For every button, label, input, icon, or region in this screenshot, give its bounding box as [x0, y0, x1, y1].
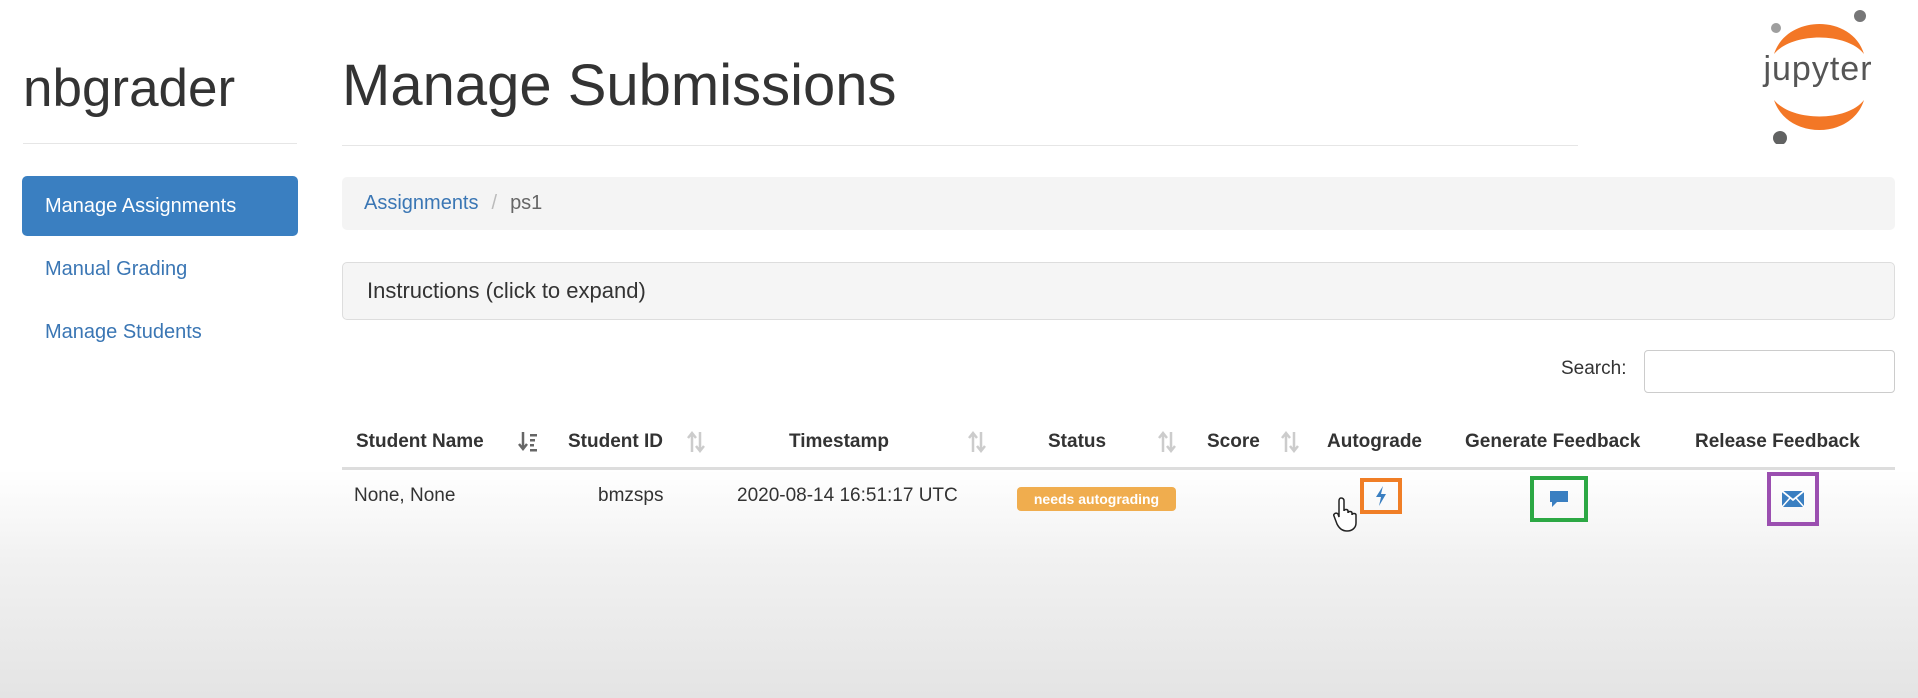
sidebar-divider	[23, 143, 297, 144]
col-autograde: Autograde	[1327, 431, 1422, 452]
sidebar-item-manage-students[interactable]: Manage Students	[22, 302, 298, 362]
col-student-id[interactable]: Student ID	[568, 420, 663, 464]
bolt-icon	[1376, 486, 1386, 506]
cell-timestamp: 2020-08-14 16:51:17 UTC	[737, 485, 958, 506]
sort-icon[interactable]	[967, 430, 987, 454]
sidebar-item-manage-assignments[interactable]: Manage Assignments	[22, 176, 298, 236]
generate-feedback-button[interactable]	[1530, 476, 1588, 522]
col-generate-feedback: Generate Feedback	[1465, 431, 1641, 452]
page-title: Manage Submissions	[342, 53, 897, 118]
search-label: Search:	[1561, 358, 1627, 379]
breadcrumb-assignments[interactable]: Assignments	[364, 192, 479, 215]
sidebar-nav: Manage Assignments Manual Grading Manage…	[22, 176, 298, 365]
col-release-feedback: Release Feedback	[1695, 431, 1860, 452]
autograde-button[interactable]	[1360, 478, 1402, 514]
comment-icon	[1550, 491, 1568, 507]
jupyter-logo-text: jupyter	[1763, 50, 1873, 88]
cell-student-name: None, None	[354, 485, 456, 506]
table-row: None, None bmzsps 2020-08-14 16:51:17 UT…	[342, 470, 1895, 526]
sidebar-item-manual-grading[interactable]: Manual Grading	[22, 239, 298, 299]
col-timestamp[interactable]: Timestamp	[789, 420, 889, 464]
sort-desc-icon[interactable]	[518, 430, 538, 454]
instructions-panel[interactable]: Instructions (click to expand)	[342, 262, 1895, 320]
breadcrumb: Assignments / ps1	[342, 177, 1895, 230]
sort-icon[interactable]	[1280, 430, 1300, 454]
breadcrumb-current: ps1	[510, 192, 543, 214]
col-student-name[interactable]: Student Name	[356, 420, 484, 464]
breadcrumb-separator: /	[491, 192, 498, 214]
jupyter-logo: jupyter	[1752, 4, 1884, 145]
envelope-icon	[1781, 490, 1805, 508]
sort-icon[interactable]	[1157, 430, 1177, 454]
sort-icon[interactable]	[686, 430, 706, 454]
cell-student-id: bmzsps	[598, 485, 664, 506]
status-badge: needs autograding	[1017, 487, 1176, 511]
col-status[interactable]: Status	[1048, 420, 1106, 464]
table-header: Student Name Student ID Timestamp Status…	[342, 420, 1895, 470]
release-feedback-button[interactable]	[1767, 472, 1819, 526]
app-title: nbgrader	[23, 59, 236, 118]
search-input[interactable]	[1644, 350, 1895, 393]
col-score[interactable]: Score	[1207, 420, 1260, 464]
title-divider	[342, 145, 1578, 146]
hand-cursor-icon	[1333, 497, 1357, 532]
